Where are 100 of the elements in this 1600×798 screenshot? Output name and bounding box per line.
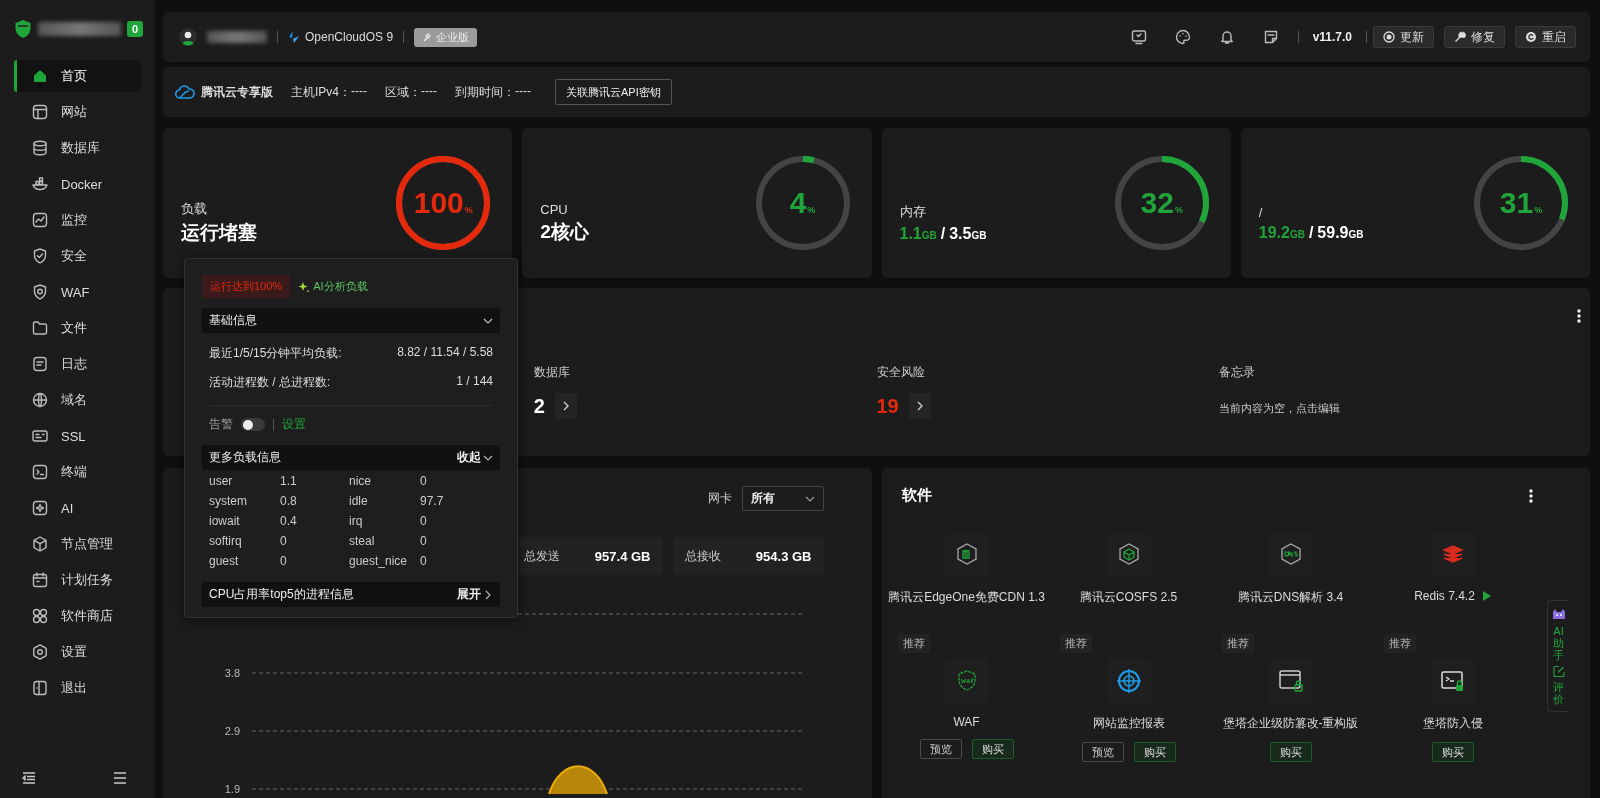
nic-label: 网卡 (707, 490, 732, 507)
sidebar-item[interactable]: 设置 (14, 636, 141, 668)
update-button[interactable]: 更新 (1373, 26, 1434, 48)
sidebar-item[interactable]: 首页 (14, 60, 141, 92)
alarm-toggle[interactable] (241, 418, 265, 431)
gauge-reading: 4 (789, 186, 807, 220)
info-value: 1 / 144 (456, 374, 493, 390)
buy-button[interactable]: 购买 (1431, 742, 1474, 762)
bell-icon[interactable] (1218, 29, 1235, 45)
robot-icon[interactable] (1550, 607, 1567, 621)
unit-label: GB (1289, 228, 1305, 240)
stat-value: 0 (420, 534, 428, 548)
more-options-icon[interactable] (1528, 487, 1534, 504)
app-name[interactable]: Redis 7.4.2 (1414, 589, 1475, 603)
stat-name: steal (349, 534, 376, 548)
sidebar-item[interactable]: 域名 (14, 384, 141, 416)
sidebar-item[interactable]: Docker (14, 168, 141, 200)
menu-icon[interactable] (113, 772, 127, 784)
section-header[interactable]: 基础信息 (202, 308, 500, 333)
stat-value: 957.4 GB (594, 548, 651, 564)
sidebar-item[interactable]: 软件商店 (14, 600, 141, 632)
preview-button[interactable]: 预览 (1081, 742, 1124, 762)
note-icon[interactable] (1262, 29, 1279, 45)
app-name[interactable]: 腾讯云COSFS 2.5 (1079, 589, 1178, 606)
buy-button[interactable]: 购买 (1133, 742, 1176, 762)
stat-label: 总发送 (523, 547, 560, 565)
chevron-right-icon (562, 401, 569, 411)
sidebar-item[interactable]: 网站 (14, 96, 141, 128)
stat-value: 0 (280, 554, 288, 568)
version-text: v11.7.0 (1312, 30, 1352, 44)
circles-icon (31, 607, 49, 625)
card-icon (31, 427, 49, 445)
app-name[interactable]: 腾讯云EdgeOne免费CDN 1.3 (888, 589, 1045, 606)
app-name[interactable]: 堡塔企业级防篡改-重构版 (1222, 715, 1359, 732)
buy-button[interactable]: 购买 (1269, 742, 1312, 762)
sidebar-item[interactable]: AI (14, 492, 141, 524)
expand-toggle[interactable]: 展开 (457, 586, 493, 603)
sidebar-item[interactable]: 计划任务 (14, 564, 141, 596)
stat-value: 0 (280, 534, 288, 548)
collapse-toggle[interactable]: 收起 (457, 449, 493, 466)
stat-name: nice (349, 474, 372, 488)
ai-analysis-link[interactable]: AI分析负载 (298, 279, 368, 294)
browser-lock-icon (1277, 668, 1304, 694)
sidebar-item[interactable]: 数据库 (14, 132, 141, 164)
app-name[interactable]: WAF (953, 715, 980, 729)
sidebar-item[interactable]: SSL (14, 420, 141, 452)
calendar-icon (31, 571, 49, 589)
metric-value: 2核心 (540, 219, 590, 244)
preview-button[interactable]: 预览 (919, 739, 962, 759)
gauge-reading: 31 (1499, 186, 1534, 220)
app-name[interactable]: 腾讯云DNS解析 3.4 (1237, 589, 1344, 606)
unit-label: GB (1348, 228, 1364, 240)
memo-text[interactable]: 当前内容为空，点击编辑 (1219, 401, 1562, 416)
field-value: ---- (351, 83, 367, 100)
sidebar-item[interactable]: WAF (14, 276, 141, 308)
percent-unit: % (1534, 205, 1543, 215)
sidebar-item[interactable]: 退出 (14, 672, 141, 704)
stat-name: softirq (209, 534, 243, 548)
sidebar-item[interactable]: 文件 (14, 312, 141, 344)
stat-value: 954.3 GB (755, 548, 812, 564)
arrow-button[interactable] (908, 393, 931, 419)
unit-label: GB (921, 230, 937, 241)
edition-title: 腾讯云专享版 (201, 83, 273, 101)
stat-label: 总接收 (684, 547, 721, 565)
recommend-tag: 推荐 (897, 634, 930, 653)
info-value: 8.82 / 11.54 / 5.58 (397, 345, 493, 361)
logout-icon (31, 679, 49, 697)
assistant-tab[interactable]: AI助手 (1551, 625, 1566, 662)
indent-icon[interactable] (22, 772, 36, 784)
app-name[interactable]: 堡塔防入侵 (1422, 715, 1483, 732)
sidebar-item[interactable]: 终端 (14, 456, 141, 488)
stat-value: 0.4 (280, 514, 298, 528)
sidebar-item[interactable]: 监控 (14, 204, 141, 236)
axis-label: 2.9 (224, 725, 240, 737)
nic-select[interactable]: 所有 (741, 486, 824, 511)
buy-button[interactable]: 购买 (971, 739, 1014, 759)
metric-label: CPU (540, 201, 569, 217)
chevron-right-icon (483, 589, 493, 600)
sidebar-item[interactable]: 安全 (14, 240, 141, 272)
restart-button[interactable]: 重启 (1515, 26, 1576, 48)
gauge-reading: 32 (1140, 186, 1174, 220)
repair-button[interactable]: 修复 (1444, 26, 1505, 48)
section-title: 更多负载信息 (209, 449, 281, 466)
settings-link[interactable]: 设置 (282, 416, 306, 433)
document-icon (31, 355, 49, 373)
field-label: 到期时间： (455, 83, 515, 101)
app-name[interactable]: 网站监控报表 (1092, 715, 1165, 732)
review-tab[interactable]: 评价 (1551, 681, 1566, 706)
section-title: 软件 (901, 486, 932, 505)
edit-icon[interactable] (1552, 665, 1565, 678)
user-avatar-icon (179, 28, 197, 46)
more-options-icon[interactable] (1576, 308, 1582, 324)
link-api-button[interactable]: 关联腾讯云API密钥 (554, 79, 672, 105)
sidebar-item[interactable]: 日志 (14, 348, 141, 380)
stat-name: irq (349, 514, 364, 528)
monitor-icon[interactable] (1130, 29, 1147, 45)
play-icon[interactable] (1482, 591, 1491, 601)
sidebar-item[interactable]: 节点管理 (14, 528, 141, 560)
arrow-button[interactable] (554, 393, 577, 419)
palette-icon[interactable] (1174, 29, 1191, 45)
